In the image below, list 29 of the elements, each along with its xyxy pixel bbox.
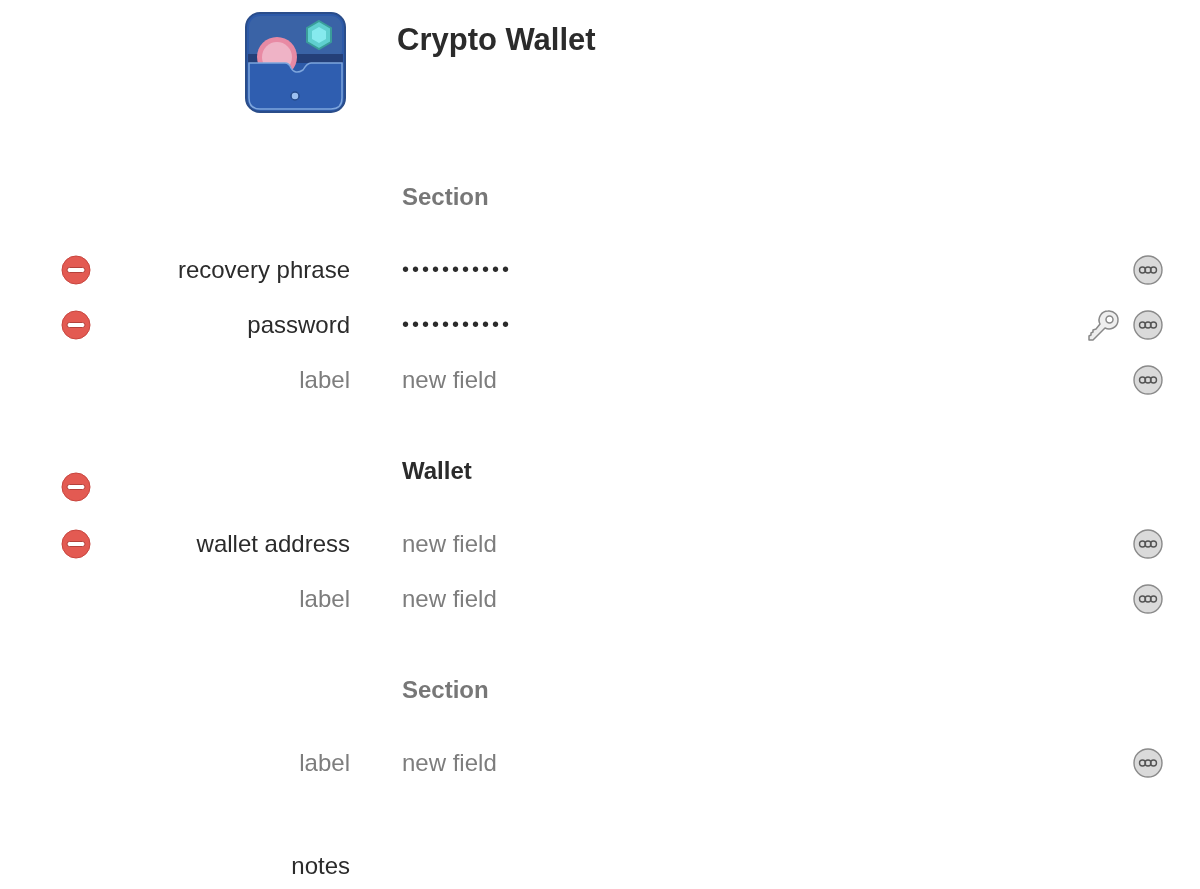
remove-icon[interactable] <box>61 309 91 340</box>
value-field[interactable]: new field <box>402 748 702 777</box>
value-field[interactable]: new field <box>402 529 702 558</box>
field-label[interactable]: label <box>91 365 350 394</box>
field-label[interactable]: label <box>91 584 350 613</box>
more-button[interactable] <box>1133 747 1163 778</box>
field-label[interactable]: label <box>91 748 350 777</box>
section-title[interactable]: Wallet <box>402 457 472 485</box>
more-button[interactable] <box>1133 528 1163 559</box>
value-field[interactable]: new field <box>402 584 702 613</box>
field-label[interactable]: password <box>91 310 350 339</box>
app-title: Crypto Wallet <box>397 22 596 58</box>
section-title[interactable]: Section <box>402 676 489 704</box>
remove-icon[interactable] <box>61 528 91 559</box>
notes-label: notes <box>290 851 350 880</box>
more-button[interactable] <box>1133 583 1163 614</box>
more-button[interactable] <box>1133 309 1163 340</box>
field-label[interactable]: recovery phrase <box>91 255 350 284</box>
more-button[interactable] <box>1133 254 1163 285</box>
app-icon <box>245 12 346 113</box>
key-icon[interactable] <box>1087 307 1121 342</box>
concealed-value[interactable]: ••••••••••• <box>402 313 513 336</box>
field-label[interactable]: wallet address <box>91 529 350 558</box>
more-button[interactable] <box>1133 364 1163 395</box>
value-field[interactable]: new field <box>402 365 702 394</box>
remove-icon[interactable] <box>61 471 91 502</box>
section-title[interactable]: Section <box>402 183 489 211</box>
remove-icon[interactable] <box>61 254 91 285</box>
concealed-value[interactable]: ••••••••••• <box>402 258 513 281</box>
